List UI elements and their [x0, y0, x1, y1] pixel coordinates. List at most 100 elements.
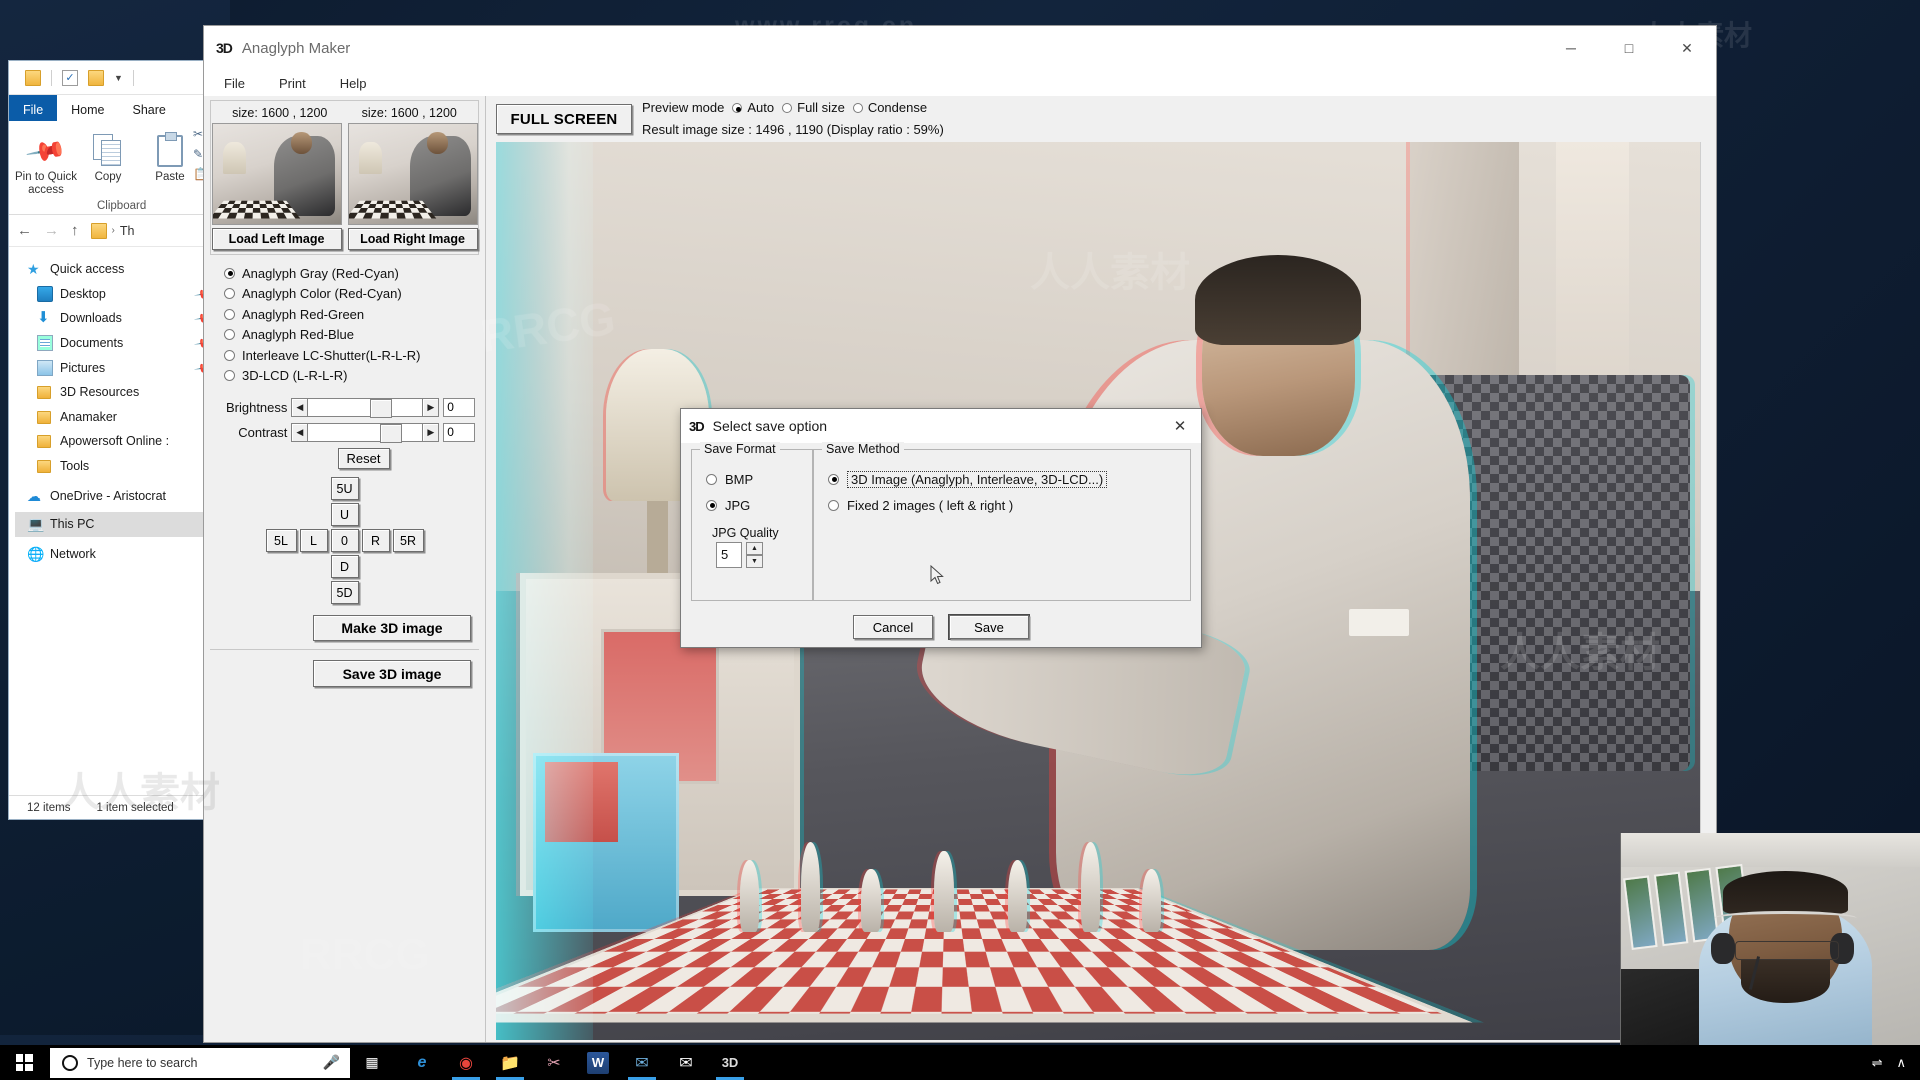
dialog-close-button[interactable]: ✕	[1159, 409, 1201, 443]
save-button[interactable]: Save	[949, 615, 1029, 639]
radio-icon[interactable]	[853, 103, 863, 113]
brightness-slider-track[interactable]	[308, 398, 422, 417]
back-button[interactable]: ←	[17, 222, 32, 239]
tree-item-pictures[interactable]: Pictures 📌	[15, 355, 229, 380]
new-folder-icon[interactable]	[88, 70, 104, 86]
offset-right-button[interactable]: R	[362, 529, 390, 552]
up-button[interactable]: ↑	[71, 222, 79, 239]
tree-item-3d-resources[interactable]: 3D Resources	[15, 380, 229, 405]
tree-item-documents[interactable]: Documents 📌	[15, 331, 229, 356]
mode-anaglyph-red-blue[interactable]: Anaglyph Red-Blue	[224, 325, 477, 346]
left-image-preview[interactable]	[212, 123, 342, 225]
mode-interleave-lc-shutter[interactable]: Interleave LC-Shutter(L-R-L-R)	[224, 345, 477, 366]
search-input[interactable]: Type here to search 🎤	[50, 1048, 350, 1078]
brightness-increase-button[interactable]: ▶	[422, 398, 439, 417]
offset-up-button[interactable]: U	[331, 503, 359, 526]
preview-mode-row[interactable]: Preview mode Auto Full size Condense	[642, 97, 944, 119]
task-view-icon[interactable]: ▦	[350, 1054, 394, 1071]
navigation-bar[interactable]: ← → ↑ › Th	[9, 215, 229, 247]
mode-anaglyph-color[interactable]: Anaglyph Color (Red-Cyan)	[224, 284, 477, 305]
jpg-quality-input[interactable]: 5	[716, 542, 742, 568]
anaglyph-mode-group[interactable]: Anaglyph Gray (Red-Cyan) Anaglyph Color …	[210, 255, 479, 390]
outlook-icon[interactable]: ✉	[620, 1045, 664, 1080]
offset-5right-button[interactable]: 5R	[393, 529, 424, 552]
tree-item-anamaker[interactable]: Anamaker	[15, 405, 229, 430]
radio-icon[interactable]	[782, 103, 792, 113]
maximize-button[interactable]: □	[1600, 26, 1658, 70]
offset-5left-button[interactable]: 5L	[266, 529, 297, 552]
tree-item-downloads[interactable]: ⬇ Downloads 📌	[15, 306, 229, 331]
title-bar[interactable]: 3D Anaglyph Maker ─ □ ✕	[204, 26, 1716, 70]
contrast-row[interactable]: Contrast ◀ ▶ 0	[212, 421, 475, 444]
window-controls[interactable]: ─ □ ✕	[1542, 26, 1716, 70]
mode-anaglyph-red-green[interactable]: Anaglyph Red-Green	[224, 304, 477, 325]
ribbon-tabs[interactable]: File Home Share	[9, 95, 229, 121]
tab-share[interactable]: Share	[119, 95, 180, 121]
contrast-increase-button[interactable]: ▶	[422, 423, 439, 442]
contrast-value[interactable]: 0	[443, 423, 475, 442]
menu-bar[interactable]: File Print Help	[204, 70, 1716, 96]
mode-3d-lcd[interactable]: 3D-LCD (L-R-L-R)	[224, 366, 477, 387]
customize-chevron-icon[interactable]: ▼	[114, 73, 123, 83]
chrome-icon[interactable]: ◉	[444, 1045, 488, 1080]
tree-item-onedrive[interactable]: ☁ OneDrive - Aristocrat	[15, 483, 229, 508]
spin-down-icon[interactable]: ▼	[746, 555, 763, 568]
tree-item-desktop[interactable]: Desktop 📌	[15, 282, 229, 307]
anaglyph-maker-icon[interactable]: 3D	[708, 1045, 752, 1080]
navigation-tree[interactable]: ★ Quick access Desktop 📌 ⬇ Downloads 📌 D…	[9, 247, 229, 566]
taskbar[interactable]: Type here to search 🎤 ▦ e ◉ 📁 ✂ W ✉ ✉ 3D…	[0, 1045, 1920, 1080]
contrast-slider-track[interactable]	[308, 423, 422, 442]
brightness-row[interactable]: Brightness ◀ ▶ 0	[212, 396, 475, 419]
reset-button[interactable]: Reset	[338, 448, 390, 469]
tree-item-tools[interactable]: Tools	[15, 454, 229, 479]
quick-access-toolbar[interactable]: ✓ ▼	[9, 61, 229, 95]
adjustment-sliders[interactable]: Brightness ◀ ▶ 0 Contrast ◀ ▶ 0 Reset	[210, 390, 479, 475]
tab-file[interactable]: File	[9, 95, 57, 121]
menu-help[interactable]: Help	[334, 74, 373, 93]
mail-icon[interactable]: ✉	[664, 1045, 708, 1080]
webcam-overlay[interactable]	[1620, 833, 1920, 1045]
jpg-quality-stepper[interactable]: 5 ▲ ▼	[716, 542, 812, 568]
start-button[interactable]	[0, 1045, 48, 1080]
menu-file[interactable]: File	[218, 74, 251, 93]
mode-anaglyph-gray[interactable]: Anaglyph Gray (Red-Cyan)	[224, 263, 477, 284]
folder-icon[interactable]	[25, 70, 41, 86]
offset-down-button[interactable]: D	[331, 555, 359, 578]
microphone-icon[interactable]: 🎤	[323, 1054, 340, 1071]
share-icon[interactable]: ⇌	[1872, 1055, 1883, 1071]
close-button[interactable]: ✕	[1658, 26, 1716, 70]
make-3d-image-button[interactable]: Make 3D image	[313, 615, 471, 641]
breadcrumb[interactable]: › Th	[91, 223, 135, 239]
radio-icon[interactable]	[224, 288, 235, 299]
file-explorer-window[interactable]: ✓ ▼ File Home Share 📌 Pin to Quick acces…	[8, 60, 230, 820]
right-image-preview[interactable]	[348, 123, 478, 225]
brightness-value[interactable]: 0	[443, 398, 475, 417]
file-explorer-icon[interactable]: 📁	[488, 1045, 532, 1080]
jpg-quality-spin-buttons[interactable]: ▲ ▼	[746, 542, 763, 568]
load-left-image-button[interactable]: Load Left Image	[212, 228, 342, 250]
tree-item-apowersoft[interactable]: Apowersoft Online :	[15, 429, 229, 454]
radio-icon[interactable]	[706, 474, 717, 485]
method-fixed-2-images-option[interactable]: Fixed 2 images ( left & right )	[828, 492, 1190, 518]
brightness-slider-thumb[interactable]	[370, 399, 392, 418]
brightness-decrease-button[interactable]: ◀	[291, 398, 308, 417]
radio-icon[interactable]	[706, 500, 717, 511]
spin-up-icon[interactable]: ▲	[746, 542, 763, 555]
format-bmp-option[interactable]: BMP	[706, 466, 812, 492]
preview-mode-condense[interactable]: Condense	[853, 97, 927, 119]
preview-mode-full-size[interactable]: Full size	[782, 97, 845, 119]
save-method-options[interactable]: 3D Image (Anaglyph, Interleave, 3D-LCD..…	[814, 450, 1190, 518]
method-3d-image-option[interactable]: 3D Image (Anaglyph, Interleave, 3D-LCD..…	[828, 466, 1190, 492]
paste-button[interactable]: Paste	[139, 127, 201, 214]
minimize-button[interactable]: ─	[1542, 26, 1600, 70]
load-right-image-button[interactable]: Load Right Image	[348, 228, 478, 250]
radio-icon[interactable]	[732, 103, 742, 113]
chevron-up-icon[interactable]: ∧	[1896, 1055, 1906, 1071]
forward-button[interactable]: →	[44, 222, 59, 239]
cancel-button[interactable]: Cancel	[853, 615, 933, 639]
word-icon[interactable]: W	[587, 1052, 609, 1074]
radio-icon[interactable]	[224, 350, 235, 361]
tree-item-quick-access[interactable]: ★ Quick access	[15, 257, 229, 282]
radio-icon[interactable]	[224, 370, 235, 381]
radio-icon[interactable]	[828, 474, 839, 485]
